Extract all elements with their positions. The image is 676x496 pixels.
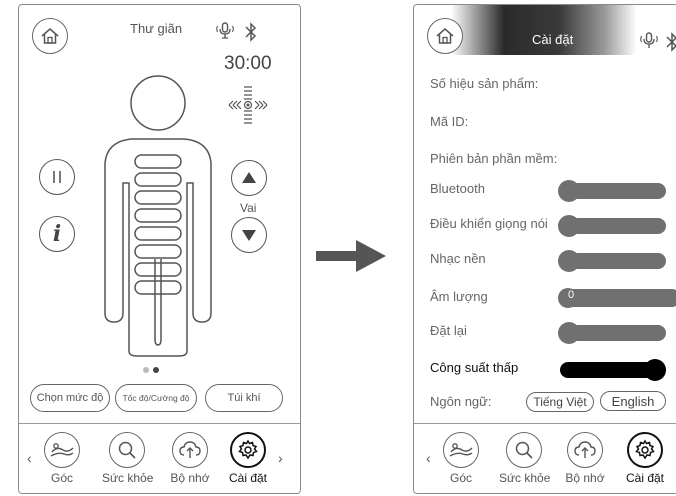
pause-icon bbox=[53, 171, 61, 183]
info-icon: i bbox=[52, 221, 62, 247]
recline-icon bbox=[44, 432, 80, 468]
page-dot[interactable] bbox=[143, 367, 149, 373]
nav-item-memory[interactable]: Bộ nhớ bbox=[560, 432, 610, 485]
reset-label: Đặt lại bbox=[430, 323, 467, 338]
arrow-right-icon bbox=[316, 240, 386, 272]
id-label: Mã ID: bbox=[430, 114, 469, 129]
airbag-button[interactable]: Túi khí bbox=[205, 384, 283, 412]
gear-icon bbox=[627, 432, 663, 468]
timer: 30:00 bbox=[224, 53, 272, 74]
voice-icon[interactable] bbox=[639, 31, 659, 51]
up-button[interactable] bbox=[231, 160, 267, 196]
level-select-button[interactable]: Chọn mức độ bbox=[30, 384, 110, 412]
cloud-upload-icon bbox=[172, 432, 208, 468]
volume-slider[interactable]: 0 bbox=[558, 288, 676, 308]
gear-icon bbox=[230, 432, 266, 468]
voice-icon[interactable] bbox=[215, 21, 235, 41]
search-icon bbox=[109, 432, 145, 468]
info-button[interactable]: i bbox=[39, 216, 75, 252]
low-power-label: Công suất thấp bbox=[430, 360, 519, 375]
bluetooth-icon[interactable] bbox=[243, 22, 259, 42]
nav-item-health[interactable]: Sức khỏe bbox=[499, 432, 550, 485]
nav-item-settings[interactable]: Cài đặt bbox=[620, 432, 670, 485]
pause-button[interactable] bbox=[39, 159, 75, 195]
page-title: Cài đặt bbox=[532, 32, 574, 47]
page-dot-active[interactable] bbox=[153, 367, 159, 373]
volume-value: 0 bbox=[568, 289, 575, 301]
speed-intensity-button[interactable]: Tốc độ/Cường độ bbox=[115, 384, 197, 412]
background-music-toggle[interactable] bbox=[558, 250, 666, 272]
chevron-left-icon[interactable]: ‹ bbox=[426, 450, 431, 466]
settings-screen: Cài đặt Số hiệu sản phẩm: Mã ID: Phiên b… bbox=[413, 4, 676, 494]
home-button[interactable] bbox=[427, 18, 463, 54]
bottom-nav: ‹ Góc Sức khỏe bbox=[19, 423, 300, 493]
nav-item-settings[interactable]: Cài đặt bbox=[223, 432, 273, 485]
nav-item-angle[interactable]: Góc bbox=[37, 432, 87, 485]
home-icon bbox=[41, 28, 59, 44]
voice-control-label: Điều khiển giọng nói bbox=[430, 216, 548, 231]
bluetooth-icon[interactable] bbox=[664, 32, 676, 52]
low-power-toggle[interactable] bbox=[560, 359, 666, 381]
chevron-right-icon[interactable]: › bbox=[278, 450, 283, 466]
recline-icon bbox=[443, 432, 479, 468]
area-label: Vai bbox=[240, 201, 257, 215]
language-label: Ngôn ngữ: bbox=[430, 394, 492, 409]
voice-control-toggle[interactable] bbox=[558, 215, 666, 237]
triangle-down-icon bbox=[242, 230, 256, 241]
software-version-label: Phiên bản phần mềm: bbox=[430, 151, 558, 166]
volume-label: Âm lượng bbox=[430, 289, 488, 304]
main-screen: Thư giãn 30:00 i Vai Chọn mức độ Tốc độ/… bbox=[18, 4, 301, 494]
language-english-button[interactable]: English bbox=[600, 391, 666, 411]
nav-item-health[interactable]: Sức khỏe bbox=[102, 432, 153, 485]
bottom-nav: ‹ Góc Sức khỏe bbox=[414, 423, 676, 493]
body-figure bbox=[104, 75, 212, 357]
reset-toggle[interactable] bbox=[558, 322, 666, 344]
product-number-label: Số hiệu sản phẩm: bbox=[430, 76, 539, 91]
chevron-left-icon[interactable]: ‹ bbox=[27, 450, 32, 466]
position-adjust-icon[interactable] bbox=[227, 83, 269, 127]
down-button[interactable] bbox=[231, 217, 267, 253]
nav-item-angle[interactable]: Góc bbox=[436, 432, 486, 485]
page-title: Thư giãn bbox=[130, 21, 183, 36]
cloud-upload-icon bbox=[567, 432, 603, 468]
search-icon bbox=[506, 432, 542, 468]
background-music-label: Nhạc nền bbox=[430, 251, 486, 266]
bluetooth-toggle[interactable] bbox=[558, 180, 666, 202]
language-vietnamese-button[interactable]: Tiếng Việt bbox=[526, 392, 594, 412]
triangle-up-icon bbox=[242, 172, 256, 183]
nav-item-memory[interactable]: Bộ nhớ bbox=[165, 432, 215, 485]
bluetooth-label: Bluetooth bbox=[430, 181, 485, 196]
home-button[interactable] bbox=[32, 18, 68, 54]
home-icon bbox=[436, 28, 454, 44]
